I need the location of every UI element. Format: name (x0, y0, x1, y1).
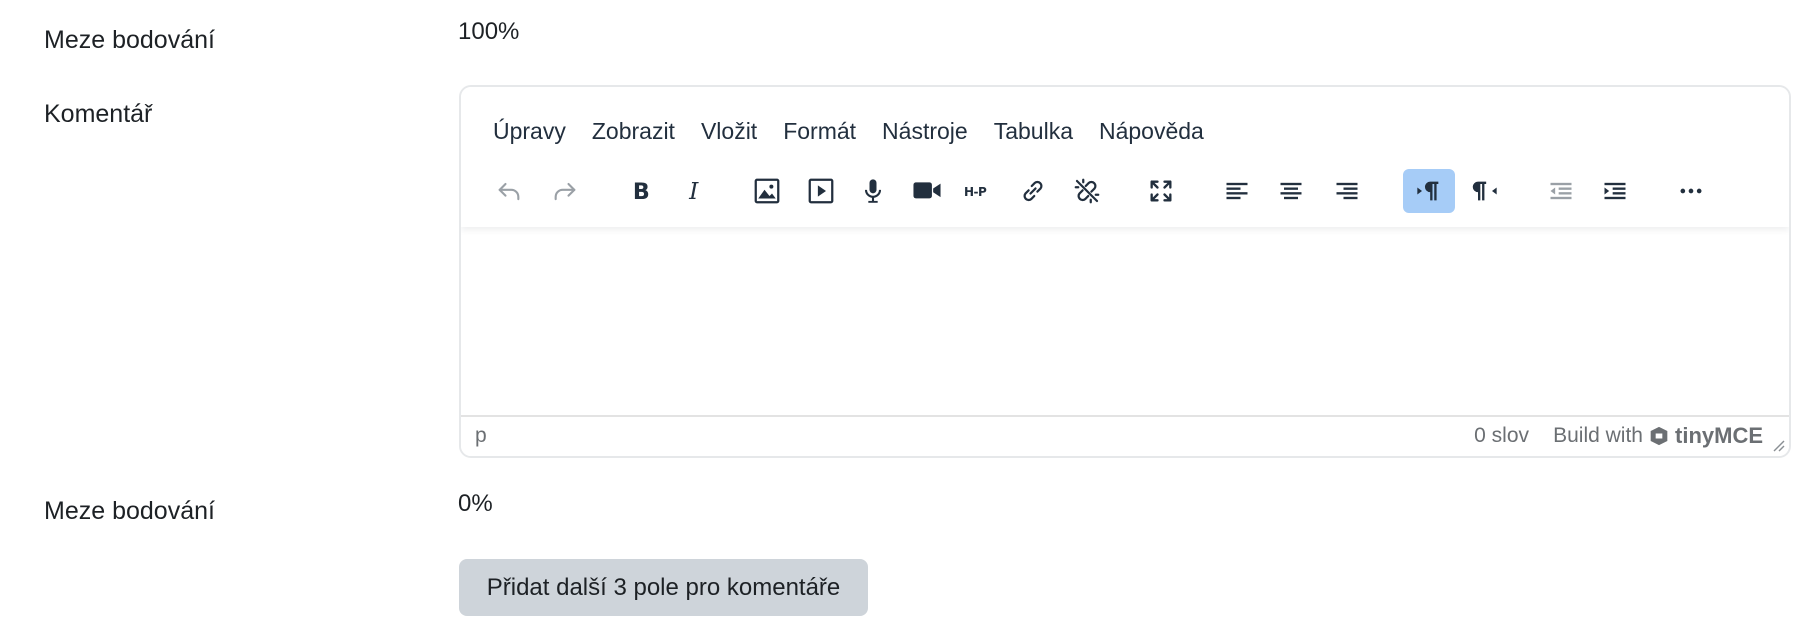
branding-prefix: Build with (1553, 424, 1643, 447)
redo-button[interactable] (539, 169, 591, 213)
outdent-icon (1550, 182, 1572, 200)
comment-editor: Úpravy Zobrazit Vložit Formát Nástroje T… (459, 85, 1791, 458)
italic-button[interactable]: I (669, 169, 721, 213)
outdent-button[interactable] (1535, 169, 1587, 213)
editor-statusbar: p 0 slov Build with tinyMCE (461, 415, 1789, 456)
word-count[interactable]: 0 slov (1474, 424, 1529, 448)
comment-label: Komentář (44, 100, 153, 128)
more-icon (1680, 188, 1702, 194)
element-path[interactable]: p (475, 424, 487, 448)
record-audio-button[interactable] (847, 169, 899, 213)
media-button[interactable] (795, 169, 847, 213)
image-button[interactable] (741, 169, 793, 213)
fullscreen-icon (1150, 180, 1172, 202)
align-right-icon (1336, 182, 1358, 200)
grade-boundary-value: 0% (458, 490, 493, 517)
grade-boundary-value: 100% (458, 18, 520, 45)
h5p-icon: H-P (964, 185, 988, 199)
unlink-icon (1074, 178, 1100, 204)
unlink-button[interactable] (1061, 169, 1113, 213)
editor-content-area[interactable] (461, 227, 1789, 405)
ltr-icon (1417, 181, 1439, 201)
resize-handle-icon[interactable] (1771, 438, 1785, 452)
indent-button[interactable] (1589, 169, 1641, 213)
align-right-button[interactable] (1321, 169, 1373, 213)
rtl-button[interactable] (1459, 169, 1511, 213)
undo-button[interactable] (483, 169, 535, 213)
video-camera-icon (913, 182, 941, 199)
h5p-button[interactable]: H-P (953, 169, 1005, 213)
more-button[interactable] (1665, 169, 1717, 213)
bold-icon: B (633, 179, 650, 205)
media-icon (808, 178, 834, 204)
microphone-icon (864, 179, 882, 203)
editor-toolbar: B I H-P (461, 87, 1789, 227)
indent-icon (1604, 182, 1626, 200)
align-left-icon (1226, 182, 1248, 200)
bold-button[interactable]: B (615, 169, 667, 213)
svg-text:I: I (688, 177, 699, 205)
tinymce-logo-icon (1650, 426, 1668, 446)
add-comment-fields-button[interactable]: Přidat další 3 pole pro komentáře (459, 559, 868, 616)
italic-icon: I (688, 177, 699, 205)
grade-boundary-label: Meze bodování (44, 26, 215, 54)
rtl-icon (1472, 181, 1497, 201)
branding-name: tinyMCE (1675, 423, 1763, 448)
grade-boundary-label: Meze bodování (44, 497, 215, 525)
h5p-label: H-P (964, 185, 987, 199)
image-icon (754, 178, 780, 204)
link-icon (1023, 180, 1043, 202)
record-video-button[interactable] (901, 169, 953, 213)
svg-text:B: B (633, 179, 650, 205)
redo-icon (554, 182, 576, 201)
branding-link[interactable]: Build with tinyMCE (1553, 423, 1763, 449)
align-center-icon (1280, 182, 1302, 200)
undo-icon (498, 182, 520, 201)
ltr-button[interactable] (1403, 169, 1455, 213)
editor-header: Úpravy Zobrazit Vložit Formát Nástroje T… (461, 87, 1789, 227)
align-center-button[interactable] (1265, 169, 1317, 213)
fullscreen-button[interactable] (1135, 169, 1187, 213)
link-button[interactable] (1007, 169, 1059, 213)
align-left-button[interactable] (1211, 169, 1263, 213)
